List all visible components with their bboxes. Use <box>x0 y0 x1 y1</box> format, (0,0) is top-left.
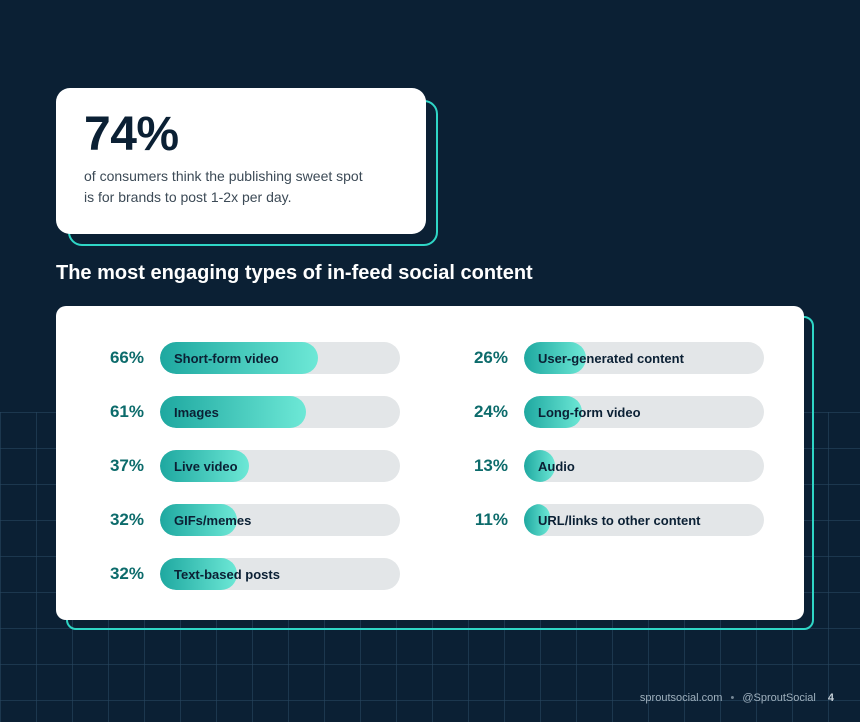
bar-percent: 11% <box>460 510 508 530</box>
bar-track: Audio <box>524 450 764 482</box>
footer-page-number: 4 <box>828 692 834 704</box>
bar-percent: 32% <box>96 564 144 584</box>
callout-stat: 74% <box>84 110 398 160</box>
bar-percent: 24% <box>460 402 508 422</box>
bar-track: User-generated content <box>524 342 764 374</box>
bar-row: 37% Live video <box>96 450 400 482</box>
bar-row: 13% Audio <box>460 450 764 482</box>
bar-percent: 13% <box>460 456 508 476</box>
callout-stat-card: 74% of consumers think the publishing sw… <box>56 88 426 234</box>
bar-track: Short-form video <box>160 342 400 374</box>
bar-label: Long-form video <box>538 396 641 428</box>
bar-row: 26% User-generated content <box>460 342 764 374</box>
bar-row: 32% GIFs/memes <box>96 504 400 536</box>
bar-label: Text-based posts <box>174 558 280 590</box>
bar-percent: 37% <box>96 456 144 476</box>
bar-column-right: 26% User-generated content 24% Long-form… <box>460 342 764 590</box>
bar-track: GIFs/memes <box>160 504 400 536</box>
bar-label: Short-form video <box>174 342 279 374</box>
bar-percent: 26% <box>460 348 508 368</box>
bar-row: 61% Images <box>96 396 400 428</box>
bar-column-left: 66% Short-form video 61% Images 37% Live… <box>96 342 400 590</box>
bar-row: 32% Text-based posts <box>96 558 400 590</box>
section-title: The most engaging types of in-feed socia… <box>56 262 533 285</box>
bar-track: URL/links to other content <box>524 504 764 536</box>
bar-track: Images <box>160 396 400 428</box>
bar-percent: 61% <box>96 402 144 422</box>
bar-row: 66% Short-form video <box>96 342 400 374</box>
footer-handle: @SproutSocial <box>742 692 816 704</box>
bar-label: User-generated content <box>538 342 684 374</box>
bar-label: Live video <box>174 450 238 482</box>
bar-percent: 32% <box>96 510 144 530</box>
chart-card: 66% Short-form video 61% Images 37% Live… <box>56 306 804 620</box>
dot-separator: • <box>730 692 734 704</box>
bar-label: Images <box>174 396 219 428</box>
bar-track: Text-based posts <box>160 558 400 590</box>
callout-description: of consumers think the publishing sweet … <box>84 166 374 208</box>
bar-track: Long-form video <box>524 396 764 428</box>
page-footer: sproutsocial.com • @SproutSocial 4 <box>640 692 834 704</box>
bar-label: Audio <box>538 450 575 482</box>
bar-percent: 66% <box>96 348 144 368</box>
footer-site: sproutsocial.com <box>640 692 723 704</box>
bar-track: Live video <box>160 450 400 482</box>
bar-row: 11% URL/links to other content <box>460 504 764 536</box>
bar-row: 24% Long-form video <box>460 396 764 428</box>
bar-label: URL/links to other content <box>538 504 701 536</box>
bar-label: GIFs/memes <box>174 504 251 536</box>
